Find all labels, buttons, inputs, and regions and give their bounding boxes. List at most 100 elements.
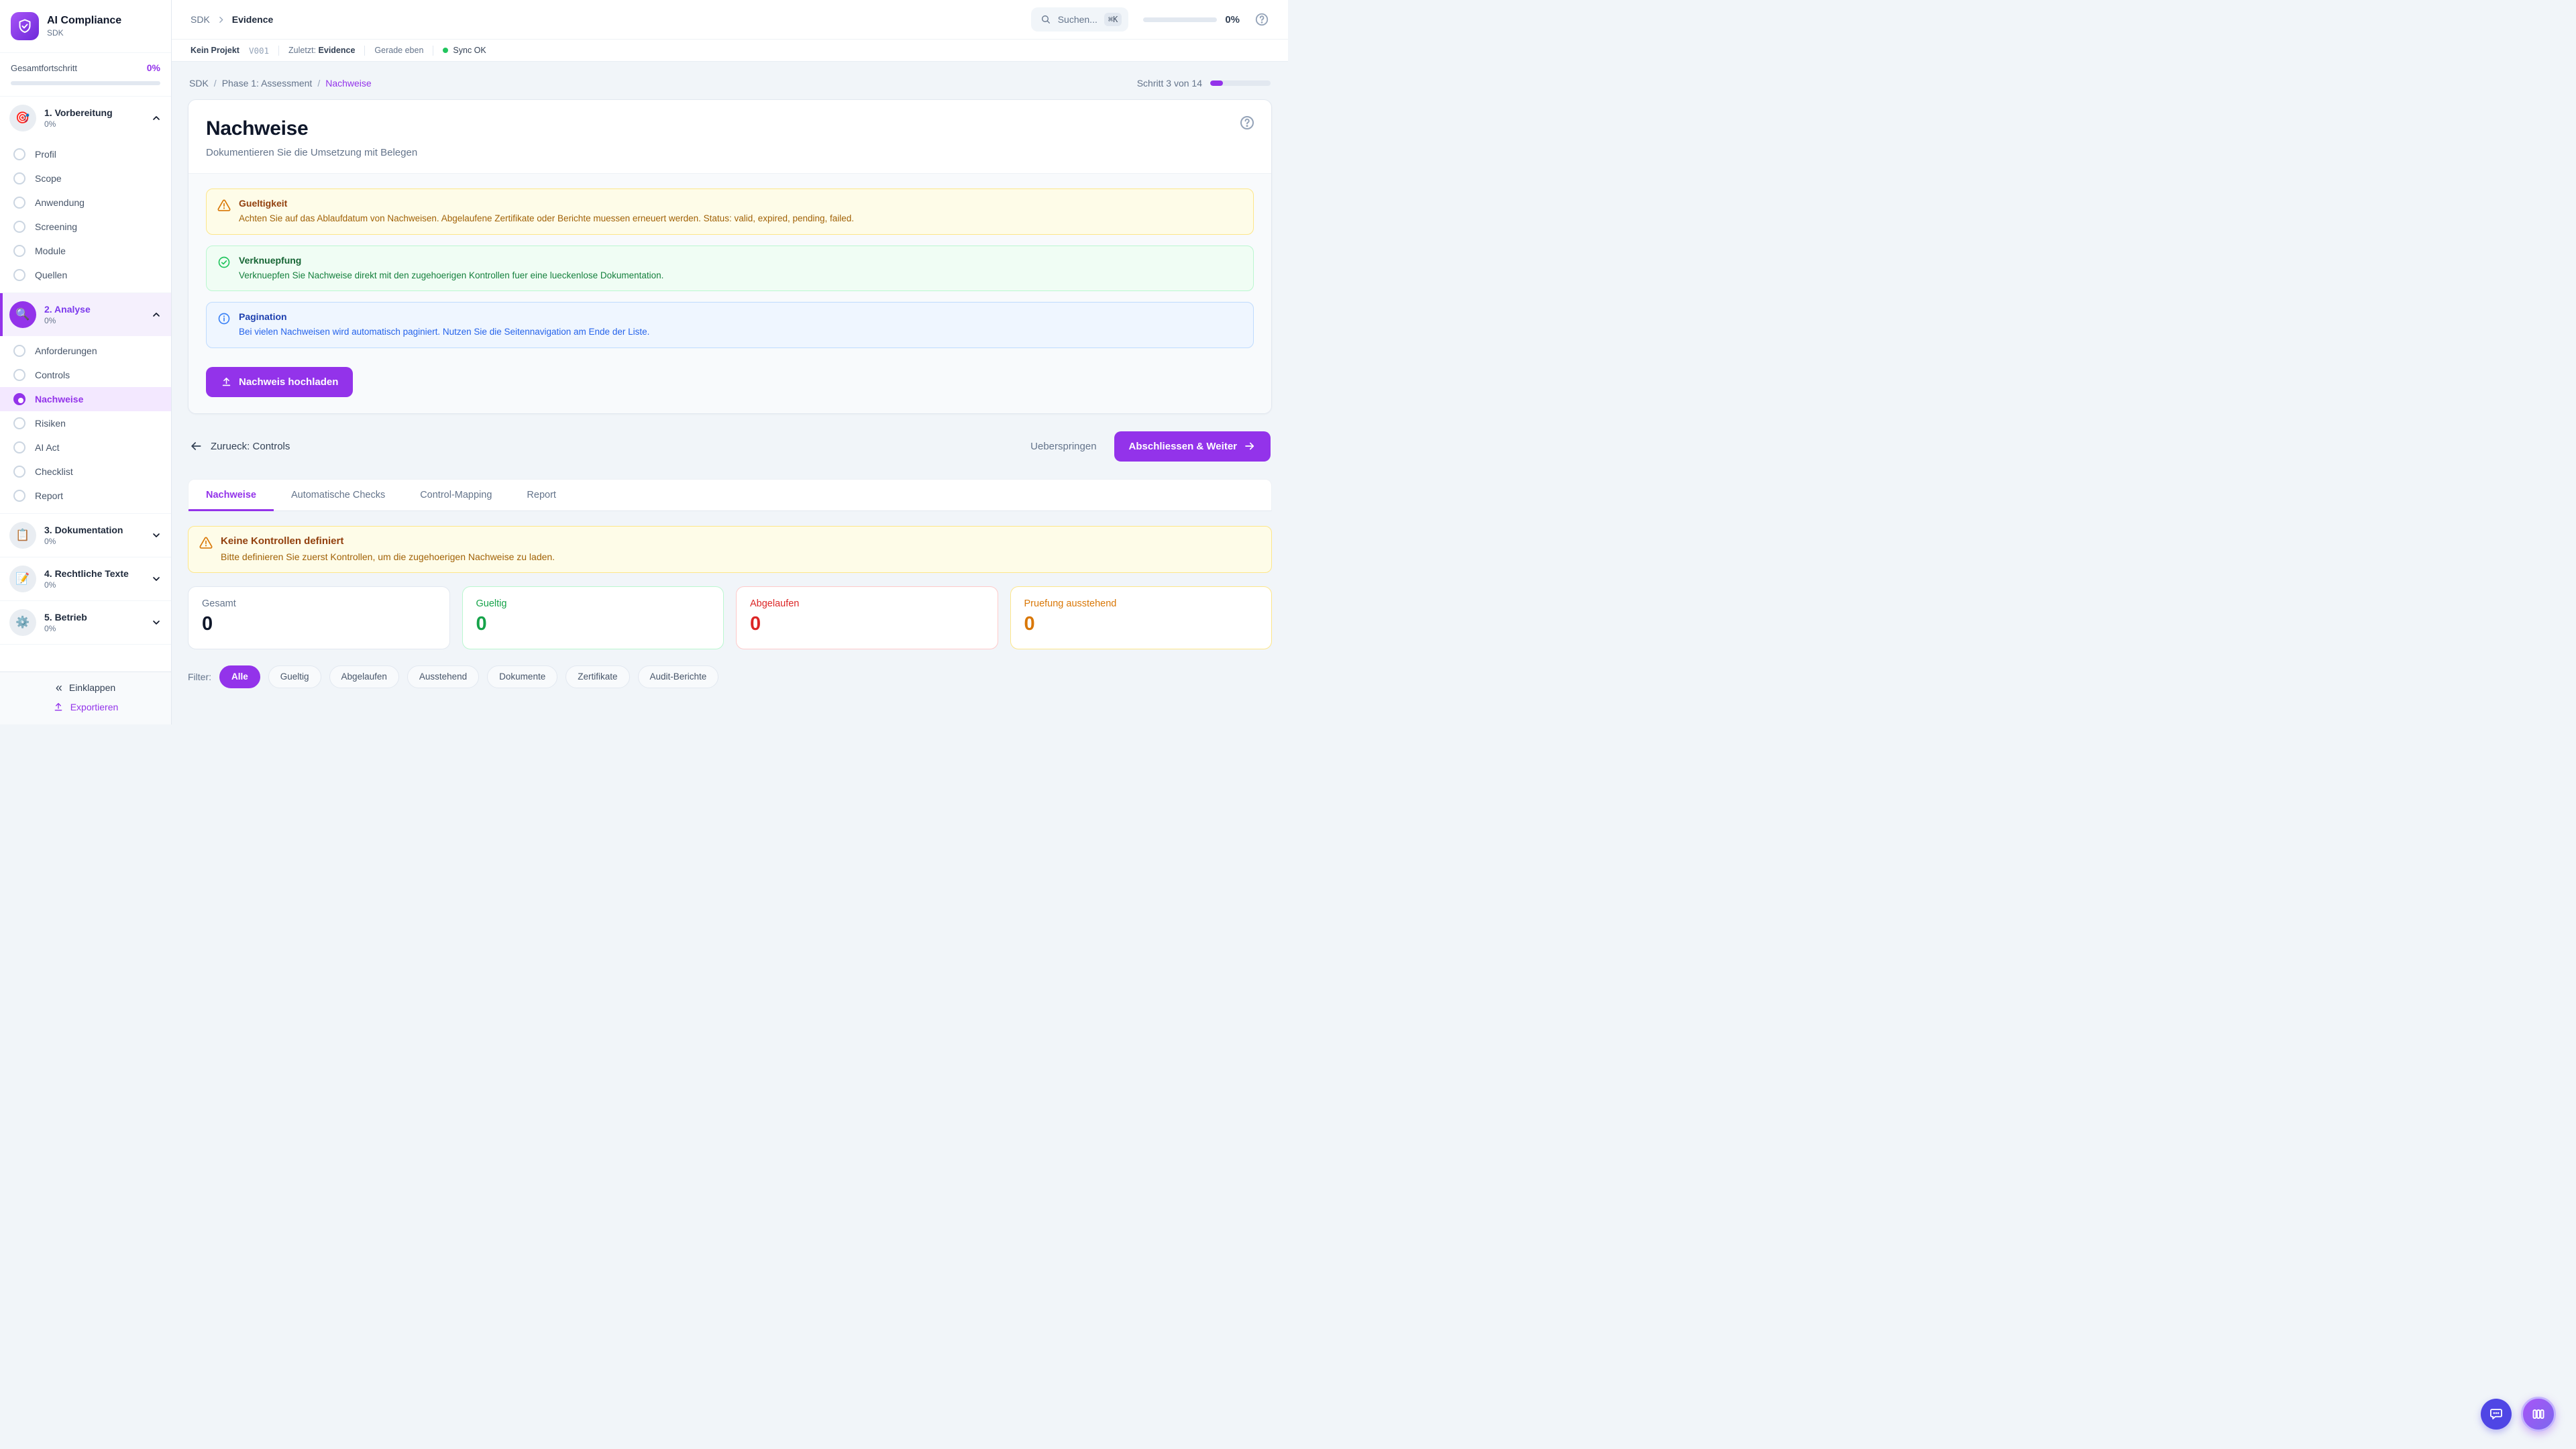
filter-pill-alle[interactable]: Alle — [219, 665, 260, 688]
phase-label: 3. Dokumentation — [44, 525, 143, 535]
shield-check-icon — [17, 18, 33, 34]
card-help-icon[interactable] — [1239, 115, 1255, 131]
radio-icon — [13, 345, 25, 357]
sidebar-item-screening[interactable]: Screening — [0, 215, 171, 239]
upload-evidence-button[interactable]: Nachweis hochladen — [206, 367, 353, 397]
overall-progress-value: 0% — [147, 62, 160, 73]
filter-pill-zertifikate[interactable]: Zertifikate — [566, 665, 629, 688]
sidebar-item-report[interactable]: Report — [0, 484, 171, 508]
radio-icon — [13, 269, 25, 281]
sync-status: Sync OK — [443, 46, 486, 55]
filter-row: Filter: Alle Gueltig Abgelaufen Ausstehe… — [188, 665, 1272, 688]
filter-pill-dokumente[interactable]: Dokumente — [487, 665, 557, 688]
radio-icon — [13, 148, 25, 160]
phase-percent: 0% — [44, 316, 143, 325]
phase-header-rechtliche-texte[interactable]: 📝 4. Rechtliche Texte 0% — [0, 557, 171, 600]
radio-icon — [13, 417, 25, 429]
search-input[interactable]: Suchen... ⌘K — [1031, 7, 1129, 32]
tab-nachweise[interactable]: Nachweise — [189, 480, 274, 511]
complete-next-button[interactable]: Abschliessen & Weiter — [1114, 431, 1271, 462]
divider — [364, 46, 365, 56]
step-indicator: Schritt 3 von 14 — [1137, 78, 1271, 89]
memo-pencil-icon: 📝 — [9, 566, 36, 592]
nachweise-card: Nachweise Dokumentieren Sie die Umsetzun… — [188, 99, 1272, 414]
phase-label: 2. Analyse — [44, 304, 143, 315]
export-button[interactable]: Exportieren — [53, 702, 119, 712]
no-controls-warning: Keine Kontrollen definiert Bitte definie… — [188, 526, 1272, 573]
sidebar-item-quellen[interactable]: Quellen — [0, 263, 171, 287]
upload-icon — [221, 376, 232, 388]
chat-button[interactable] — [2481, 1399, 2512, 1430]
sidebar-item-ai-act[interactable]: AI Act — [0, 435, 171, 460]
chevron-down-icon — [151, 574, 162, 584]
breadcrumb-sdk[interactable]: SDK — [189, 78, 209, 89]
chat-bubble-icon — [2489, 1407, 2504, 1421]
phase-label: 1. Vorbereitung — [44, 107, 143, 118]
chevron-right-icon — [217, 15, 225, 24]
sidebar-item-risiken[interactable]: Risiken — [0, 411, 171, 435]
chevron-up-icon — [151, 309, 162, 320]
sync-ok-dot-icon — [443, 48, 448, 53]
sidebar-item-scope[interactable]: Scope — [0, 166, 171, 191]
step-navigation: Zurueck: Controls Ueberspringen Abschlie… — [189, 431, 1271, 462]
phase-header-vorbereitung[interactable]: 🎯 1. Vorbereitung 0% — [0, 97, 171, 140]
page-subtitle: Dokumentieren Sie die Umsetzung mit Bele… — [206, 147, 1254, 158]
app-logo — [11, 12, 39, 40]
stat-gesamt: Gesamt 0 — [188, 586, 450, 649]
radio-icon — [13, 490, 25, 502]
step-label: Schritt 3 von 14 — [1137, 78, 1202, 89]
topbar-breadcrumb: SDK Evidence — [191, 14, 273, 25]
overall-progress-label: Gesamtfortschritt — [11, 63, 77, 73]
filter-pill-ausstehend[interactable]: Ausstehend — [407, 665, 479, 688]
filter-pill-audit-berichte[interactable]: Audit-Berichte — [638, 665, 719, 688]
radio-icon — [13, 466, 25, 478]
sidebar-item-checklist[interactable]: Checklist — [0, 460, 171, 484]
tab-bar: Nachweise Automatische Checks Control-Ma… — [188, 479, 1272, 511]
topbar-progress-track — [1143, 17, 1217, 22]
breadcrumb-root[interactable]: SDK — [191, 14, 210, 25]
topbar: SDK Evidence Suchen... ⌘K 0% — [172, 0, 1288, 40]
collapse-sidebar-button[interactable]: « Einklappen — [56, 682, 115, 694]
info-circle-icon — [217, 312, 231, 339]
page-title: Nachweise — [206, 117, 1254, 140]
phase-betrieb: ⚙️ 5. Betrieb 0% — [0, 601, 171, 645]
phase-header-betrieb[interactable]: ⚙️ 5. Betrieb 0% — [0, 601, 171, 644]
step-progress-fill — [1210, 80, 1223, 86]
radio-icon — [13, 369, 25, 381]
radio-selected-icon — [13, 393, 25, 405]
phase-analyse: 🔍 2. Analyse 0% Anforderungen Controls N… — [0, 293, 171, 514]
phase-header-analyse[interactable]: 🔍 2. Analyse 0% — [0, 293, 171, 336]
phase-vorbereitung: 🎯 1. Vorbereitung 0% Profil Scope Anwend… — [0, 97, 171, 293]
breadcrumb-phase[interactable]: Phase 1: Assessment — [222, 78, 313, 89]
sidebar-item-controls[interactable]: Controls — [0, 363, 171, 387]
callout-gueltigkeit: Gueltigkeit Achten Sie auf das Ablaufdat… — [206, 189, 1254, 235]
help-icon[interactable] — [1254, 12, 1269, 27]
columns-view-button[interactable] — [2521, 1397, 2556, 1432]
sidebar-item-profil[interactable]: Profil — [0, 142, 171, 166]
step-progress-track — [1210, 80, 1271, 86]
chevron-up-icon — [151, 113, 162, 123]
phase-label: 4. Rechtliche Texte — [44, 568, 143, 579]
phase-header-dokumentation[interactable]: 📋 3. Dokumentation 0% — [0, 514, 171, 557]
stat-pruefung-ausstehend: Pruefung ausstehend 0 — [1010, 586, 1273, 649]
phase-percent: 0% — [44, 624, 143, 633]
callout-verknuepfung: Verknuepfung Verknuepfen Sie Nachweise d… — [206, 246, 1254, 292]
phase-percent: 0% — [44, 537, 143, 546]
stats-row: Gesamt 0 Gueltig 0 Abgelaufen 0 Pruefung… — [188, 586, 1272, 649]
sidebar-item-anforderungen[interactable]: Anforderungen — [0, 339, 171, 363]
skip-button[interactable]: Ueberspringen — [1030, 441, 1096, 452]
gear-icon: ⚙️ — [9, 609, 36, 636]
tab-control-mapping[interactable]: Control-Mapping — [402, 480, 509, 511]
filter-pill-abgelaufen[interactable]: Abgelaufen — [329, 665, 399, 688]
back-link[interactable]: Zurueck: Controls — [189, 439, 290, 453]
sidebar-item-anwendung[interactable]: Anwendung — [0, 191, 171, 215]
tab-automatische-checks[interactable]: Automatische Checks — [274, 480, 402, 511]
filter-pill-gueltig[interactable]: Gueltig — [268, 665, 321, 688]
tab-report[interactable]: Report — [509, 480, 574, 511]
filter-label: Filter: — [188, 672, 211, 682]
sidebar-item-nachweise[interactable]: Nachweise — [0, 387, 171, 411]
sidebar-item-module[interactable]: Module — [0, 239, 171, 263]
topbar-progress: 0% — [1143, 14, 1240, 25]
page-breadcrumb: SDK / Phase 1: Assessment / Nachweise — [189, 78, 372, 89]
target-icon: 🎯 — [9, 105, 36, 131]
